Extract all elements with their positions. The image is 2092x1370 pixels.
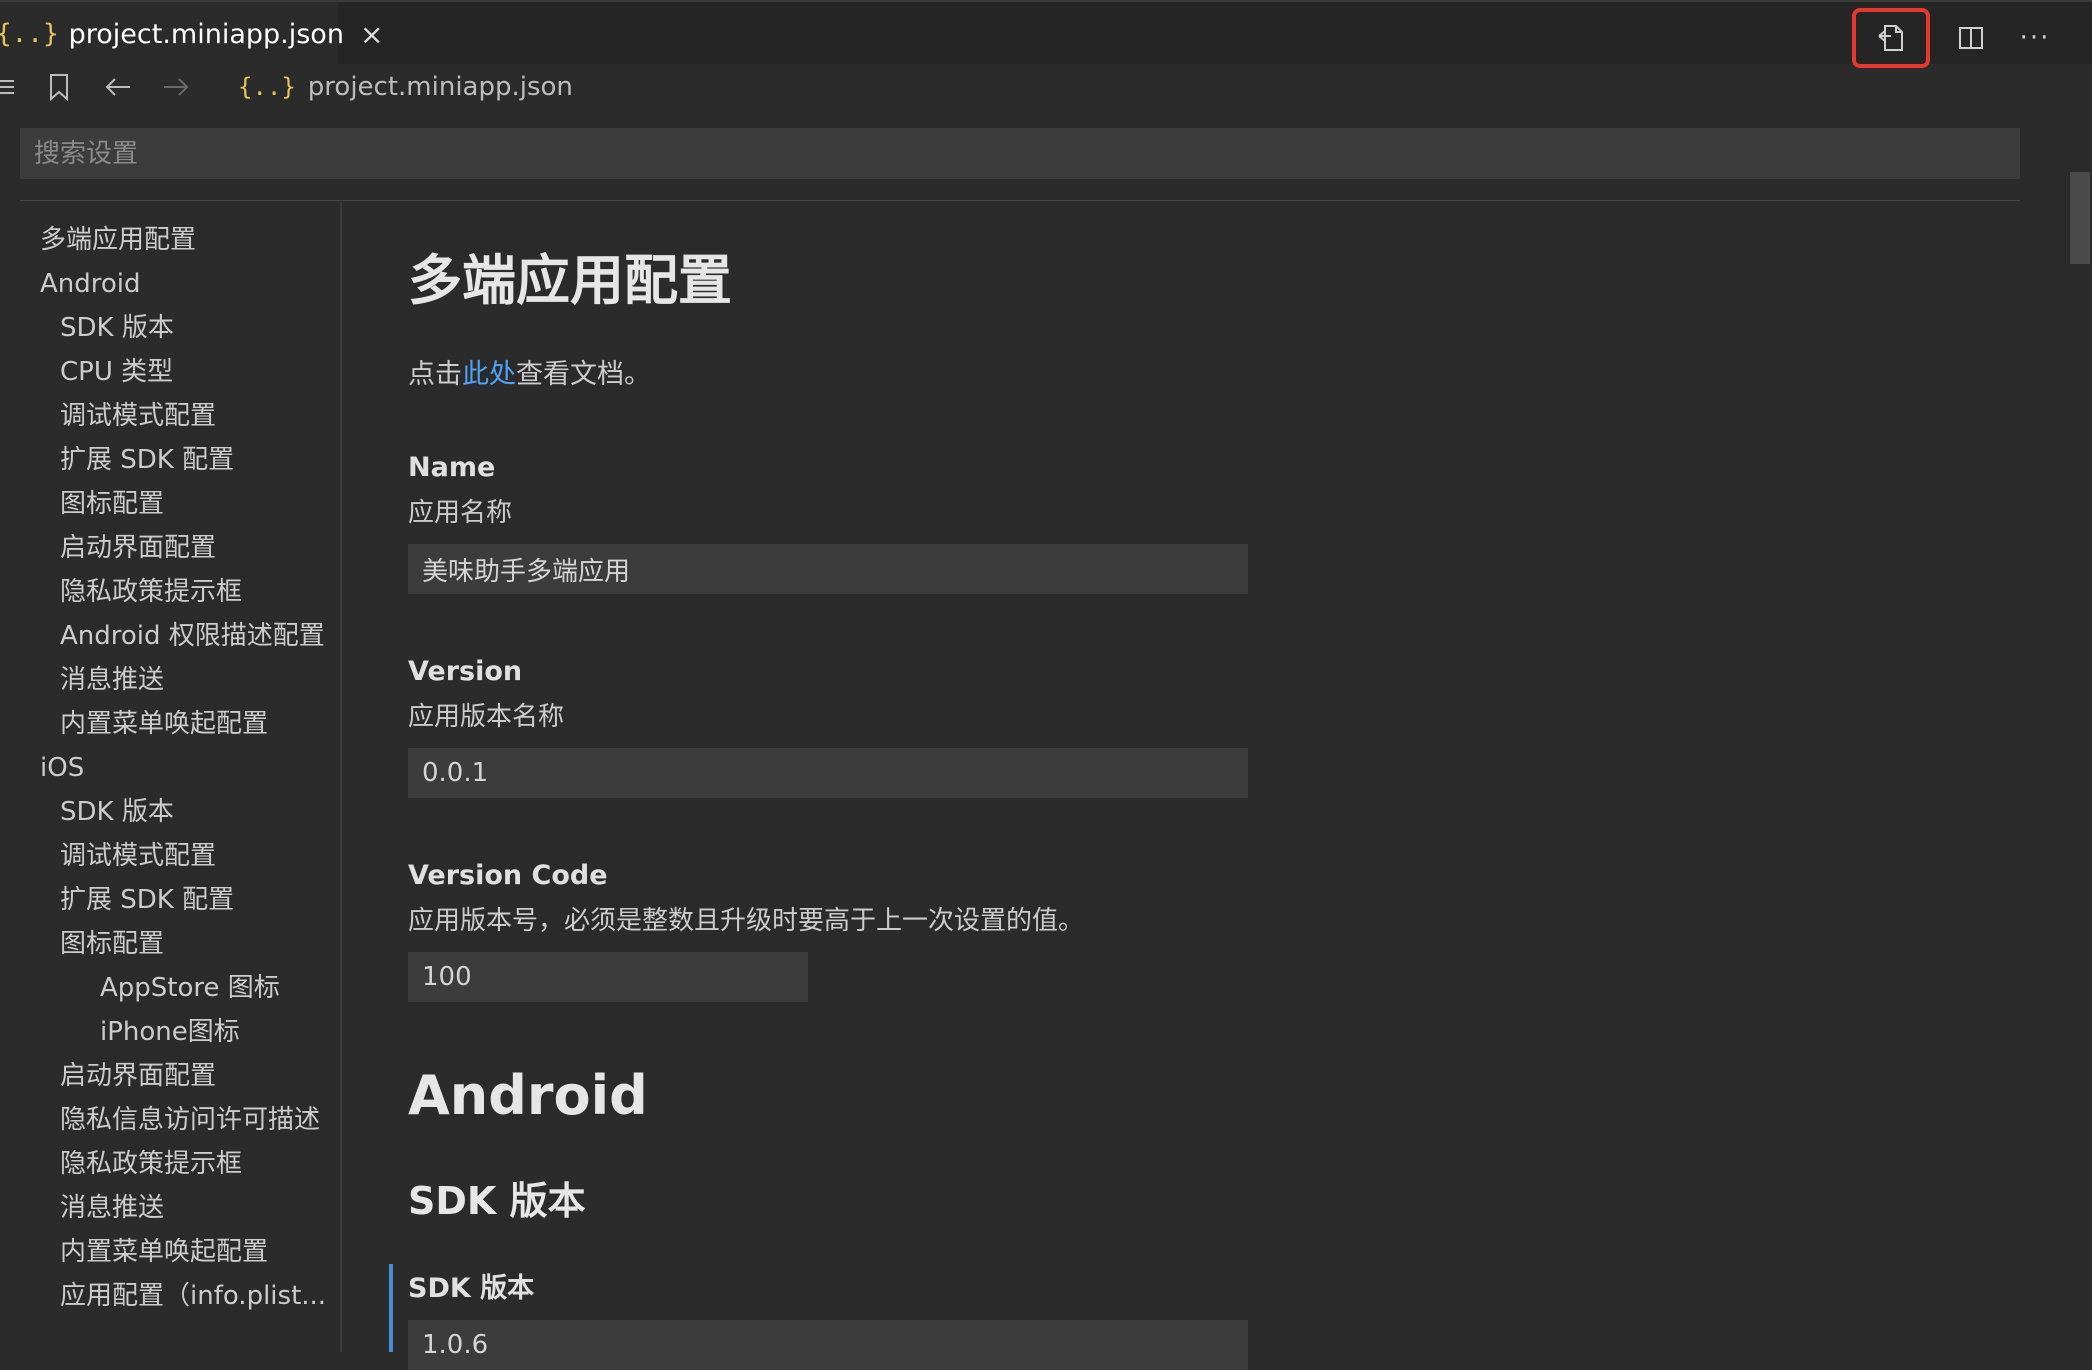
doc-link[interactable]: 此处 [462,359,516,390]
list-icon [0,80,14,94]
version-code-input[interactable] [408,952,808,1002]
toc-item[interactable]: CPU 类型 [20,350,340,394]
doc-prefix: 点击 [408,359,462,390]
toc-item[interactable]: 隐私政策提示框 [20,1142,340,1186]
tab-title: project.miniapp.json [68,18,344,50]
toc-item[interactable]: 扩展 SDK 配置 [20,878,340,922]
sdk-version-input[interactable] [408,1320,1248,1370]
focused-setting-indicator [389,1264,393,1352]
toc-item[interactable]: 启动界面配置 [20,526,340,570]
close-tab-icon[interactable]: × [360,18,383,51]
toc-item[interactable]: 图标配置 [20,922,340,966]
bookmark-icon [50,74,68,101]
toc-item[interactable]: iOS [20,746,340,790]
toc-item[interactable]: 消息推送 [20,658,340,702]
doc-line: 点击此处查看文档。 [408,352,651,391]
search-settings-input[interactable] [20,128,2020,179]
toc-item[interactable]: AppStore 图标 [20,966,340,1010]
arrow-left-icon [105,78,130,96]
section-android: Android [408,1064,648,1127]
name-field-title: Name [408,452,496,483]
toc-item[interactable]: 启动界面配置 [20,1054,340,1098]
version-code-field-title: Version Code [408,860,608,891]
version-code-field-desc: 应用版本号，必须是整数且升级时要高于上一次设置的值。 [408,906,1085,936]
json-file-icon: {..} [0,19,59,49]
toc-item[interactable]: 消息推送 [20,1186,340,1230]
toc-item[interactable]: SDK 版本 [20,790,340,834]
version-field-title: Version [408,656,523,687]
open-json-button[interactable] [1852,8,1930,68]
sdk-field-title: SDK 版本 [408,1273,535,1304]
toc-item[interactable]: iPhone图标 [20,1010,340,1054]
doc-suffix: 查看文档。 [516,359,651,390]
breadcrumb: {..} project.miniapp.json [0,64,2040,110]
json-file-icon: {..} [238,73,296,101]
editor-tab[interactable]: {..} project.miniapp.json × [0,2,383,66]
arrow-right-icon [164,78,189,96]
split-editor-icon [1959,27,1983,49]
toc-toggle-button[interactable] [0,77,14,97]
toc-divider [340,202,342,1352]
divider [20,200,2020,201]
editor-tab-bar: {..} project.miniapp.json × ··· [0,0,2092,68]
version-field-desc: 应用版本名称 [408,702,565,732]
toc-item[interactable]: SDK 版本 [20,306,340,350]
table-of-contents: 多端应用配置 Android SDK 版本 CPU 类型 调试模式配置 扩展 SDK 配置… [20,218,340,1318]
split-editor-button[interactable] [1942,11,2000,65]
back-button[interactable] [104,76,132,98]
scrollbar-thumb[interactable] [2070,172,2090,264]
more-actions-icon: ··· [2019,23,2051,53]
toc-item[interactable]: 内置菜单唤起配置 [20,702,340,746]
bookmark-button[interactable] [48,73,70,101]
toc-item[interactable]: 多端应用配置 [20,218,340,262]
toc-item[interactable]: 隐私信息访问许可描述 [20,1098,340,1142]
scrollbar[interactable] [2068,64,2092,1352]
toc-item[interactable]: 调试模式配置 [20,834,340,878]
toc-item[interactable]: Android [20,262,340,306]
toc-item[interactable]: 图标配置 [20,482,340,526]
name-field-desc: 应用名称 [408,498,513,528]
breadcrumb-file[interactable]: project.miniapp.json [308,72,573,102]
toc-item[interactable]: 调试模式配置 [20,394,340,438]
name-input[interactable] [408,544,1248,594]
toc-item[interactable]: 扩展 SDK 配置 [20,438,340,482]
toc-item[interactable]: 内置菜单唤起配置 [20,1230,340,1274]
toc-item[interactable]: 应用配置（info.plist... [20,1274,340,1318]
subsection-sdk-version: SDK 版本 [408,1179,586,1223]
toc-item[interactable]: Android 权限描述配置 [20,614,340,658]
open-json-icon [1878,25,1903,51]
forward-button[interactable] [162,76,190,98]
page-title: 多端应用配置 [408,249,732,312]
toc-item[interactable]: 隐私政策提示框 [20,570,340,614]
editor-actions: ··· [1846,8,2064,68]
more-actions-button[interactable]: ··· [2006,11,2064,65]
version-input[interactable] [408,748,1248,798]
